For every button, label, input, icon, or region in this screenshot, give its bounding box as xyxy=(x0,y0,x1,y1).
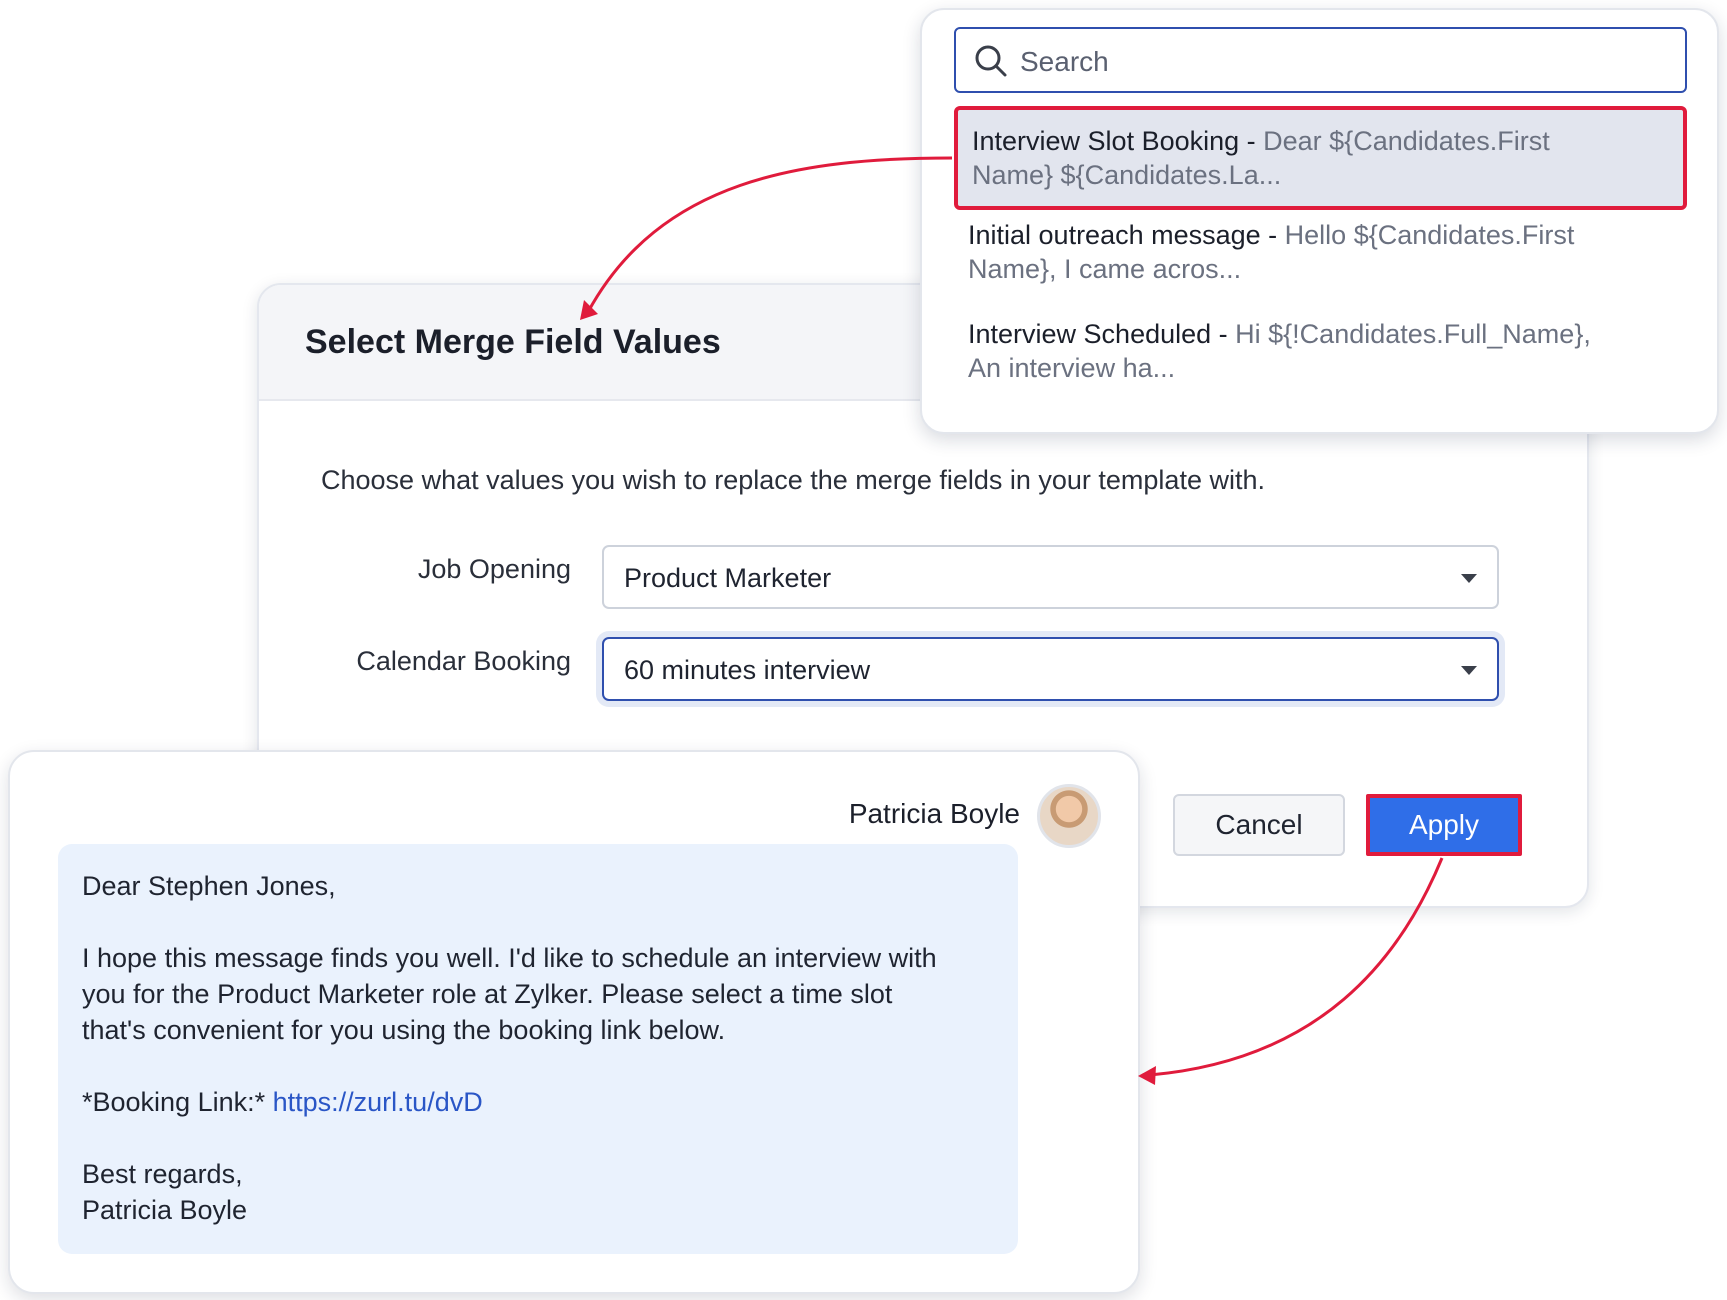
template-preview: Dear ${Candidates.First xyxy=(1263,126,1550,156)
email-line: that's convenient for you using the book… xyxy=(82,1015,726,1045)
template-item-initial-outreach[interactable]: Initial outreach message - Hello ${Candi… xyxy=(954,200,1687,304)
calendar-booking-value: 60 minutes interview xyxy=(624,655,871,685)
email-greeting: Dear Stephen Jones, xyxy=(82,871,336,901)
template-name: Interview Scheduled - xyxy=(968,319,1236,349)
email-closing: Best regards, xyxy=(82,1159,243,1189)
chevron-down-icon xyxy=(1461,574,1477,583)
template-name: Initial outreach message - xyxy=(968,220,1285,250)
job-opening-label: Job Opening xyxy=(417,554,571,584)
template-preview: Hi ${!Candidates.Full_Name}, xyxy=(1235,319,1591,349)
avatar xyxy=(1037,784,1101,848)
template-preview: An interview ha... xyxy=(968,353,1176,383)
search-placeholder: Search xyxy=(1020,46,1109,77)
template-item-interview-slot-booking[interactable]: Interview Slot Booking - Dear ${Candidat… xyxy=(954,106,1687,210)
template-dropdown: Search Interview Slot Booking - Dear ${C… xyxy=(920,8,1719,434)
calendar-booking-select[interactable]: 60 minutes interview xyxy=(602,637,1499,701)
job-opening-select[interactable]: Product Marketer xyxy=(602,545,1499,609)
email-line: I hope this message finds you well. I'd … xyxy=(82,943,937,973)
email-signature: Patricia Boyle xyxy=(82,1195,248,1225)
template-name: Interview Slot Booking - xyxy=(972,126,1264,156)
arrowhead-icon xyxy=(1138,1066,1156,1085)
sender-name: Patricia Boyle xyxy=(848,798,1020,829)
chevron-down-icon xyxy=(1461,666,1477,675)
template-preview: Name}, I came acros... xyxy=(968,254,1242,284)
apply-button[interactable]: Apply xyxy=(1366,794,1522,856)
template-preview: Hello ${Candidates.First xyxy=(1284,220,1575,250)
email-signoff: Best regards, Patricia Boyle xyxy=(82,1156,994,1228)
email-line: you for the Product Marketer role at Zyl… xyxy=(82,979,893,1009)
job-opening-value: Product Marketer xyxy=(624,563,832,593)
booking-label: *Booking Link:* xyxy=(82,1087,273,1117)
email-paragraph: I hope this message finds you well. I'd … xyxy=(82,940,994,1048)
cancel-button[interactable]: Cancel xyxy=(1173,794,1345,856)
template-preview: Name} ${Candidates.La... xyxy=(972,160,1282,190)
search-icon xyxy=(975,45,1007,77)
email-preview-card: Patricia Boyle Dear Stephen Jones, I hop… xyxy=(8,750,1140,1294)
template-item-interview-scheduled[interactable]: Interview Scheduled - Hi ${!Candidates.F… xyxy=(954,299,1687,403)
dialog-description: Choose what values you wish to replace t… xyxy=(321,465,1265,495)
booking-line: *Booking Link:* https://zurl.tu/dvD xyxy=(82,1084,994,1120)
search-input[interactable]: Search xyxy=(954,27,1687,93)
calendar-booking-label: Calendar Booking xyxy=(356,646,571,676)
stage: Select Merge Field Values Choose what va… xyxy=(0,0,1727,1300)
dialog-title: Select Merge Field Values xyxy=(305,323,721,361)
booking-link[interactable]: https://zurl.tu/dvD xyxy=(273,1087,483,1117)
email-body: Dear Stephen Jones, I hope this message … xyxy=(58,844,1018,1254)
